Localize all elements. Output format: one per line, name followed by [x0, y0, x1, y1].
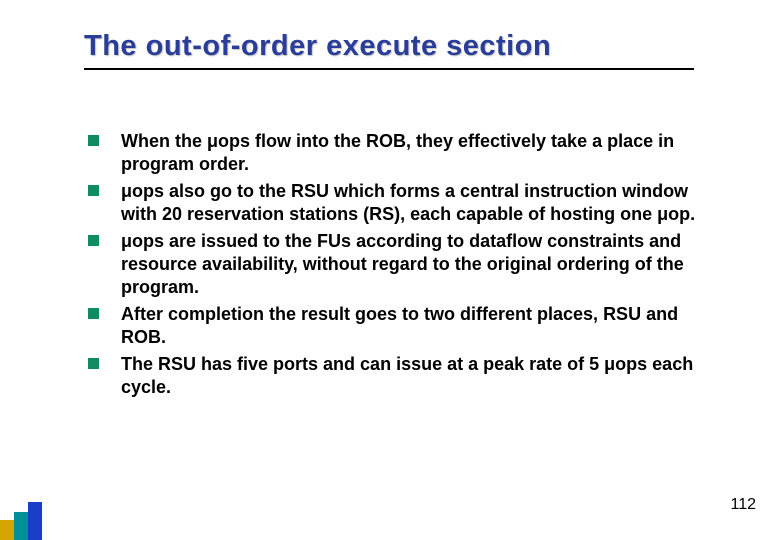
list-item: After completion the result goes to two …	[88, 303, 704, 349]
page-number: 112	[730, 496, 756, 514]
bullet-text: The RSU has five ports and can issue at …	[121, 353, 704, 399]
bullet-list: When the μops flow into the ROB, they ef…	[88, 130, 704, 403]
square-bullet-icon	[88, 358, 99, 369]
slide-title: The out-of-order execute section	[84, 30, 551, 63]
bullet-text: μops are issued to the FUs according to …	[121, 230, 704, 299]
bullet-text: μops also go to the RSU which forms a ce…	[121, 180, 704, 226]
bar-icon	[0, 520, 14, 540]
square-bullet-icon	[88, 135, 99, 146]
list-item: μops are issued to the FUs according to …	[88, 230, 704, 299]
square-bullet-icon	[88, 235, 99, 246]
title-underline	[84, 68, 694, 70]
list-item: The RSU has five ports and can issue at …	[88, 353, 704, 399]
list-item: μops also go to the RSU which forms a ce…	[88, 180, 704, 226]
square-bullet-icon	[88, 185, 99, 196]
list-item: When the μops flow into the ROB, they ef…	[88, 130, 704, 176]
bullet-text: When the μops flow into the ROB, they ef…	[121, 130, 704, 176]
decorative-corner-bars	[0, 502, 42, 540]
bullet-text: After completion the result goes to two …	[121, 303, 704, 349]
square-bullet-icon	[88, 308, 99, 319]
bar-icon	[14, 512, 28, 540]
bar-icon	[28, 502, 42, 540]
